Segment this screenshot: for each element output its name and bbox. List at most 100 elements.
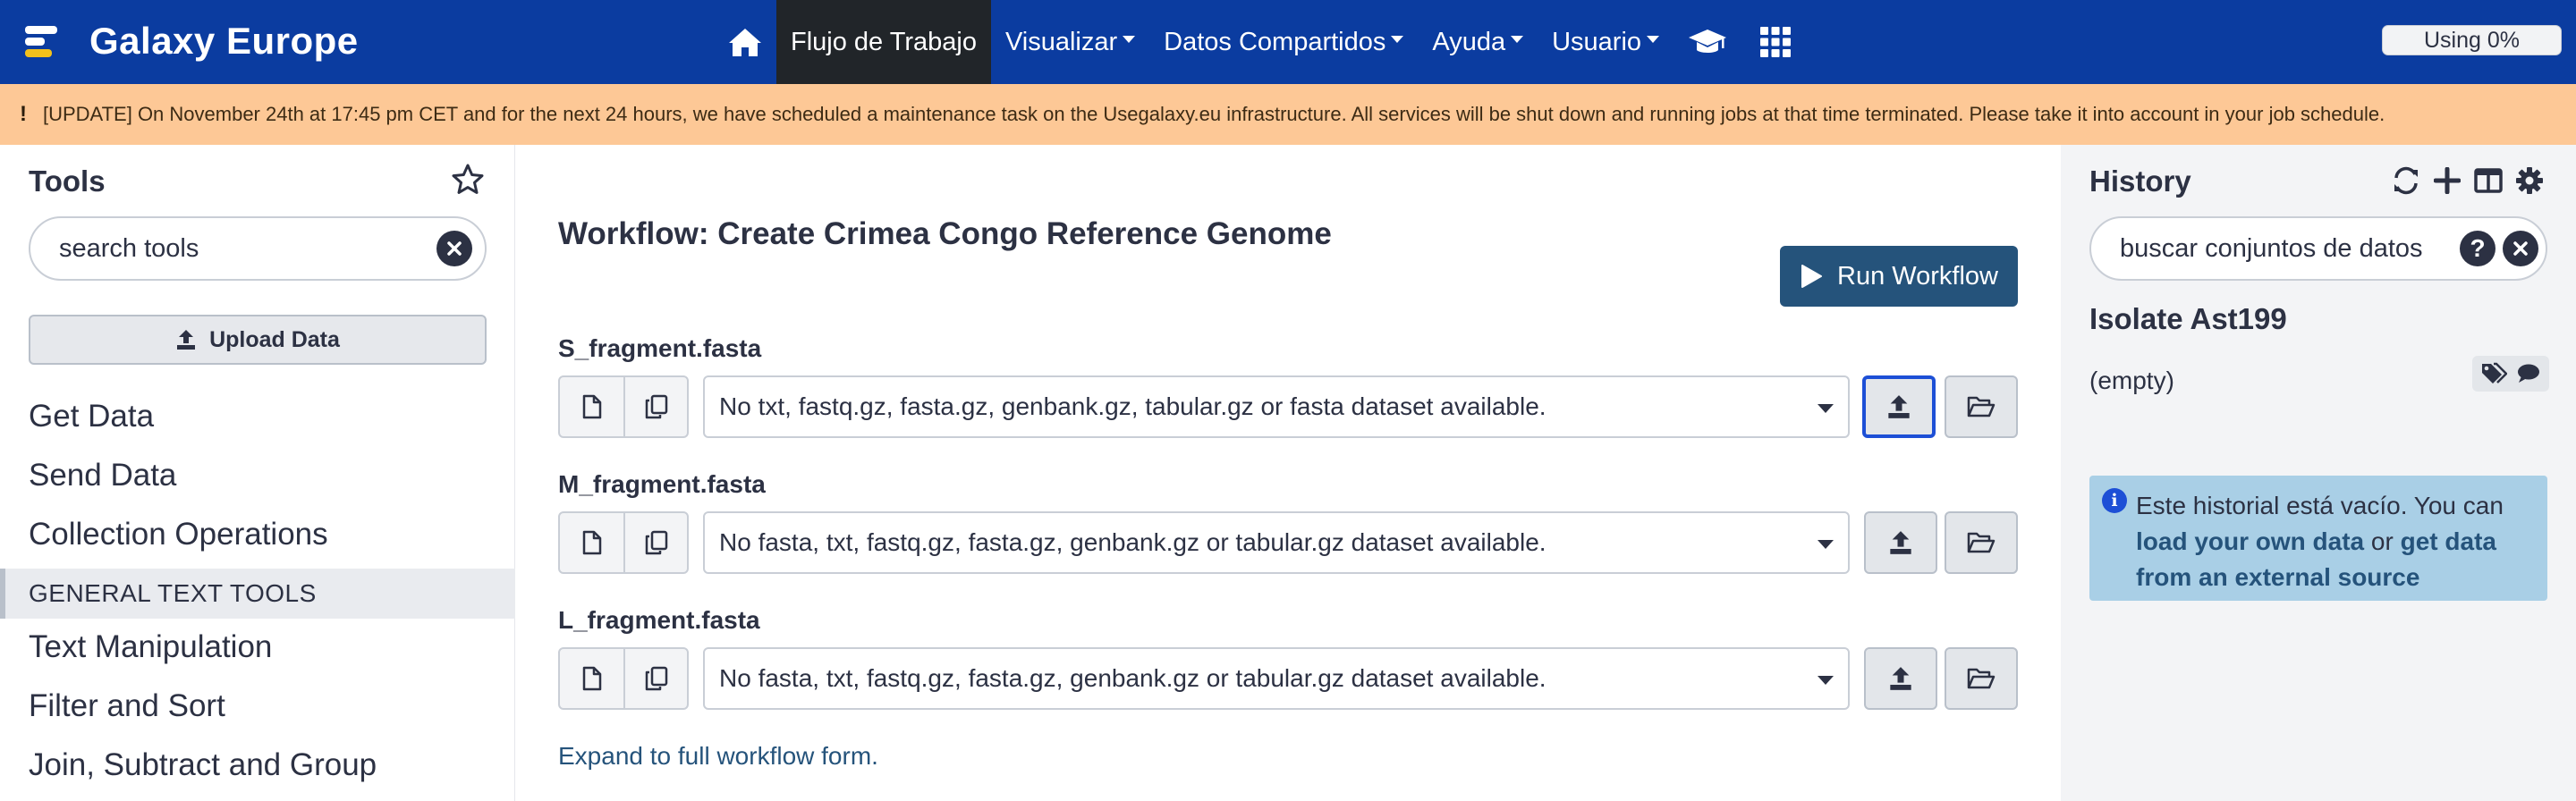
brand-link[interactable]: Galaxy Europe [21,16,359,66]
play-icon [1801,265,1823,288]
caret-down-icon [1818,676,1834,685]
input-mode-group [558,375,689,438]
history-multiview-button[interactable] [2472,163,2504,198]
empty-history-or: or [2370,527,2394,555]
info-icon: i [2102,488,2127,513]
graduation-cap-icon [1689,30,1727,53]
browse-datasets-button[interactable] [1945,647,2018,710]
file-icon [582,394,601,419]
upload-icon [1890,531,1911,554]
brand-title: Galaxy Europe [89,20,359,62]
nav-help[interactable]: Ayuda [1418,0,1538,84]
tool-section-filter-and-sort[interactable]: Filter and Sort [29,688,225,724]
history-search-input[interactable] [2120,231,2460,266]
upload-data-label: Upload Data [209,326,340,352]
plus-icon [2434,167,2461,194]
home-link[interactable] [714,0,776,84]
nav-shared-data[interactable]: Datos Compartidos [1149,0,1418,84]
tool-search-input[interactable] [59,231,417,266]
upload-icon [177,330,196,350]
dataset-select-m-fragment[interactable]: No fasta, txt, fastq.gz, fasta.gz, genba… [703,511,1850,574]
tool-panel: Tools Upload Data Get Data Send Data Col… [0,145,515,801]
tool-section-get-data[interactable]: Get Data [29,399,154,434]
caret-down-icon [1123,36,1136,43]
empty-history-message: i Este historial está vacío. You can loa… [2089,476,2547,601]
history-options [2390,163,2546,198]
multiple-datasets-button[interactable] [623,377,687,436]
copy-icon [645,666,667,691]
upload-data-button[interactable]: Upload Data [29,315,487,365]
tool-label-general-text-tools: GENERAL TEXT TOOLS [0,569,515,619]
upload-icon [1890,667,1911,690]
history-annotations-button[interactable] [2472,356,2549,392]
favorites-button[interactable] [451,163,485,201]
caret-down-icon [1818,404,1834,413]
history-options-button[interactable] [2513,163,2546,198]
input-label-l-fragment: L_fragment.fasta [558,606,760,634]
dataset-select-value: No fasta, txt, fastq.gz, fasta.gz, genba… [719,664,1546,692]
single-dataset-button[interactable] [560,649,623,708]
copy-icon [645,394,667,419]
upload-dataset-button[interactable] [1864,511,1937,574]
copy-icon [645,530,667,555]
folder-open-icon [1967,668,1996,689]
multiple-datasets-button[interactable] [623,513,687,572]
single-dataset-button[interactable] [560,377,623,436]
switch-history-button[interactable] [2390,163,2422,198]
tool-section-collection-operations[interactable]: Collection Operations [29,517,328,552]
history-search-field: ? [2089,216,2547,281]
upload-dataset-button[interactable] [1864,647,1937,710]
dataset-select-l-fragment[interactable]: No fasta, txt, fastq.gz, fasta.gz, genba… [703,647,1850,710]
browse-datasets-button[interactable] [1945,375,2018,438]
columns-icon [2474,168,2503,193]
folder-open-icon [1967,532,1996,553]
input-mode-group [558,647,689,710]
history-name[interactable]: Isolate Ast199 [2089,302,2287,336]
caret-down-icon [1511,36,1524,43]
galaxy-logo-icon [21,19,64,63]
upload-dataset-button[interactable] [1862,375,1936,438]
apps-link[interactable] [1741,0,1809,84]
nav-workflow[interactable]: Flujo de Trabajo [776,0,991,84]
dataset-select-value: No fasta, txt, fastq.gz, fasta.gz, genba… [719,528,1546,556]
input-label-m-fragment: M_fragment.fasta [558,470,766,498]
nav-shared-data-label: Datos Compartidos [1164,27,1386,56]
tool-section-send-data[interactable]: Send Data [29,458,176,493]
dataset-select-s-fragment[interactable]: No txt, fastq.gz, fasta.gz, genbank.gz, … [703,375,1850,438]
tool-panel-title: Tools [29,164,106,198]
run-workflow-button[interactable]: Run Workflow [1780,246,2018,307]
tool-section-join-subtract-group[interactable]: Join, Subtract and Group [29,747,377,783]
close-icon [2513,241,2528,256]
nav-visualize-label: Visualizar [1004,27,1118,56]
run-workflow-label: Run Workflow [1837,261,1998,291]
caret-down-icon [1391,36,1404,43]
alert-text: [UPDATE] On November 24th at 17:45 pm CE… [43,103,2385,125]
nav-user-label: Usuario [1552,27,1642,56]
clear-history-search-button[interactable] [2503,231,2538,266]
tool-section-text-manipulation[interactable]: Text Manipulation [29,629,272,665]
new-history-button[interactable] [2431,163,2463,198]
tool-search-field [29,216,487,281]
multiple-datasets-button[interactable] [623,649,687,708]
browse-datasets-button[interactable] [1945,511,2018,574]
question-icon: ? [2470,234,2486,262]
nav-help-label: Ayuda [1432,27,1506,56]
exchange-icon [2394,166,2418,195]
single-dataset-button[interactable] [560,513,623,572]
clear-search-button[interactable] [436,231,472,266]
workflow-run-form: Workflow: Create Crimea Congo Reference … [515,145,2061,801]
dataset-select-value: No txt, fastq.gz, fasta.gz, genbank.gz, … [719,392,1546,420]
tags-icon [2482,362,2507,384]
empty-history-text: Este historial está vacío. You can [2136,492,2504,519]
load-own-data-link[interactable]: load your own data [2136,527,2364,555]
caret-down-icon [1647,36,1660,43]
nav-user[interactable]: Usuario [1538,0,1674,84]
history-panel-title: History [2089,164,2191,198]
search-help-button[interactable]: ? [2460,231,2496,266]
expand-workflow-form-link[interactable]: Expand to full workflow form. [558,742,878,771]
quota-meter[interactable]: Using 0% [2382,25,2562,55]
masthead: Galaxy Europe Flujo de Trabajo Visualiza… [0,0,2576,84]
training-link[interactable] [1674,0,1741,84]
nav-visualize[interactable]: Visualizar [991,0,1149,84]
close-icon [447,241,462,256]
